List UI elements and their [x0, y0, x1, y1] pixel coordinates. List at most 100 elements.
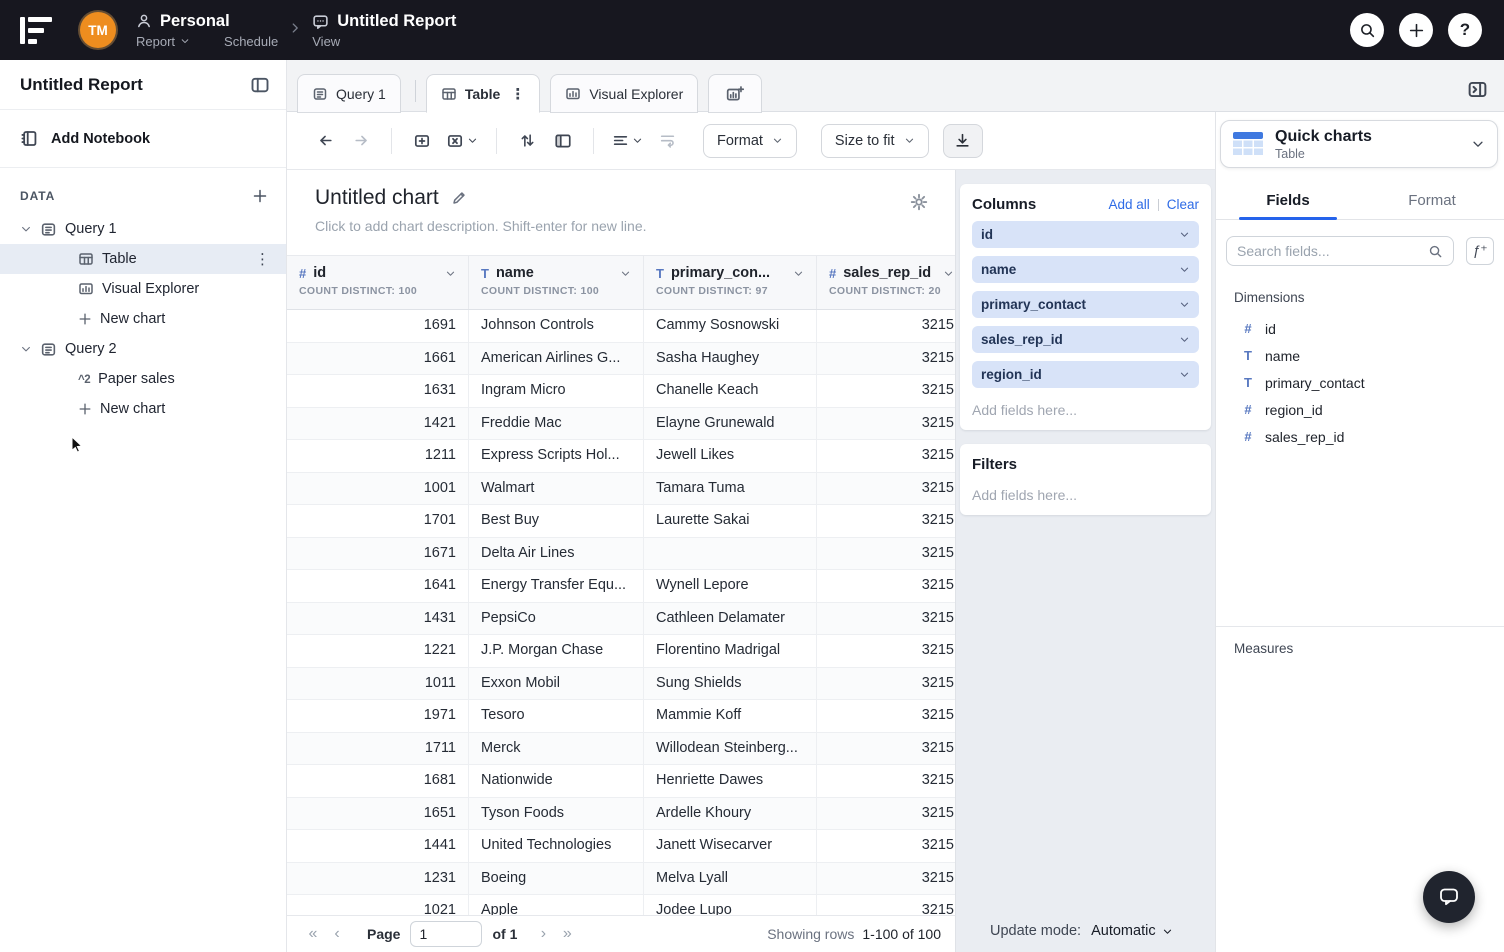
cell-primary-contact[interactable]: Chanelle Keach	[644, 375, 817, 407]
cell-id[interactable]: 1001	[287, 473, 469, 505]
cell-id[interactable]: 1681	[287, 765, 469, 797]
field-item[interactable]: # sales_rep_id	[1216, 423, 1504, 450]
chevron-down-icon[interactable]	[1179, 264, 1190, 275]
tab-visual-explorer[interactable]: Visual Explorer	[550, 74, 698, 113]
tab-query-1[interactable]: Query 1	[297, 74, 401, 113]
cell-primary-contact[interactable]: Ardelle Khoury	[644, 798, 817, 830]
cell-primary-contact[interactable]: Laurette Sakai	[644, 505, 817, 537]
chevron-down-icon[interactable]	[793, 268, 804, 279]
cell-sales-rep-id[interactable]: 3215	[817, 603, 955, 635]
sidebar-item-new-chart-2[interactable]: New chart	[0, 394, 286, 424]
quick-charts-selector[interactable]: Quick charts Table	[1220, 120, 1498, 168]
cell-sales-rep-id[interactable]: 3215	[817, 570, 955, 602]
cell-primary-contact[interactable]: Janett Wisecarver	[644, 830, 817, 862]
format-button[interactable]: Format	[703, 124, 797, 158]
cell-id[interactable]: 1711	[287, 733, 469, 765]
cell-id[interactable]: 1211	[287, 440, 469, 472]
chevron-down-icon[interactable]	[620, 268, 631, 279]
cell-id[interactable]: 1011	[287, 668, 469, 700]
table-row[interactable]: 1231 Boeing Melva Lyall 3215	[287, 863, 955, 896]
cell-id[interactable]: 1221	[287, 635, 469, 667]
cell-name[interactable]: Exxon Mobil	[469, 668, 644, 700]
cell-name[interactable]: United Technologies	[469, 830, 644, 862]
download-button[interactable]	[943, 124, 983, 158]
chevron-down-icon[interactable]	[445, 268, 456, 279]
previous-page-button[interactable]	[325, 921, 349, 947]
cell-sales-rep-id[interactable]: 3215	[817, 375, 955, 407]
chevron-down-icon[interactable]	[1179, 299, 1190, 310]
table-row[interactable]: 1631 Ingram Micro Chanelle Keach 3215	[287, 375, 955, 408]
cell-primary-contact[interactable]: Sung Shields	[644, 668, 817, 700]
add-data-button[interactable]	[252, 188, 268, 204]
cell-name[interactable]: Best Buy	[469, 505, 644, 537]
cell-sales-rep-id[interactable]: 3215	[817, 765, 955, 797]
cell-primary-contact[interactable]: Elayne Grunewald	[644, 408, 817, 440]
size-to-fit-button[interactable]: Size to fit	[821, 124, 929, 158]
cell-name[interactable]: PepsiCo	[469, 603, 644, 635]
cell-primary-contact[interactable]	[644, 538, 817, 570]
table-row[interactable]: 1971 Tesoro Mammie Koff 3215	[287, 700, 955, 733]
cell-name[interactable]: Walmart	[469, 473, 644, 505]
cell-name[interactable]: Merck	[469, 733, 644, 765]
cell-sales-rep-id[interactable]: 3215	[817, 700, 955, 732]
cell-id[interactable]: 1971	[287, 700, 469, 732]
help-button[interactable]: ?	[1448, 13, 1482, 47]
sidebar-item-table[interactable]: Table	[0, 244, 286, 274]
sort-button[interactable]	[509, 123, 545, 159]
cell-id[interactable]: 1651	[287, 798, 469, 830]
cell-id[interactable]: 1691	[287, 310, 469, 342]
sidebar-item-query-2[interactable]: Query 2	[0, 334, 286, 364]
cell-id[interactable]: 1421	[287, 408, 469, 440]
cell-sales-rep-id[interactable]: 3215	[817, 473, 955, 505]
search-fields-input[interactable]	[1237, 243, 1420, 259]
tab-format[interactable]: Format	[1360, 182, 1504, 219]
column-header[interactable]: # id COUNT DISTINCT: 100	[287, 256, 469, 309]
cell-id[interactable]: 1231	[287, 863, 469, 895]
table-row[interactable]: 1221 J.P. Morgan Chase Florentino Madrig…	[287, 635, 955, 668]
view-menu[interactable]: View	[312, 34, 340, 49]
update-mode-select[interactable]: Automatic	[1091, 923, 1172, 939]
cell-name[interactable]: J.P. Morgan Chase	[469, 635, 644, 667]
remove-column-button[interactable]	[440, 123, 484, 159]
new-chart-tab-button[interactable]	[708, 74, 762, 113]
expand-panel-button[interactable]	[1467, 79, 1488, 100]
table-row[interactable]: 1691 Johnson Controls Cammy Sosnowski 32…	[287, 310, 955, 343]
column-pill[interactable]: region_id	[972, 361, 1199, 388]
wrap-text-button[interactable]	[649, 123, 685, 159]
cell-primary-contact[interactable]: Mammie Koff	[644, 700, 817, 732]
table-row[interactable]: 1211 Express Scripts Hol... Jewell Likes…	[287, 440, 955, 473]
edit-title-pencil-icon[interactable]	[451, 190, 467, 206]
cell-sales-rep-id[interactable]: 3215	[817, 343, 955, 375]
column-header[interactable]: T name COUNT DISTINCT: 100	[469, 256, 644, 309]
cell-primary-contact[interactable]: Wynell Lepore	[644, 570, 817, 602]
kebab-icon[interactable]	[510, 85, 525, 103]
field-item[interactable]: # id	[1216, 315, 1504, 342]
table-row[interactable]: 1701 Best Buy Laurette Sakai 3215	[287, 505, 955, 538]
last-page-button[interactable]	[555, 921, 579, 947]
cell-name[interactable]: Freddie Mac	[469, 408, 644, 440]
insert-column-button[interactable]	[404, 123, 440, 159]
app-logo-icon[interactable]	[20, 15, 54, 46]
filters-drop-zone[interactable]: Add fields here...	[972, 487, 1199, 503]
field-item[interactable]: # region_id	[1216, 396, 1504, 423]
sidebar-item-new-chart-1[interactable]: New chart	[0, 304, 286, 334]
chart-description-placeholder[interactable]: Click to add chart description. Shift-en…	[315, 218, 927, 234]
cell-sales-rep-id[interactable]: 3215	[817, 668, 955, 700]
chevron-down-icon[interactable]	[1179, 229, 1190, 240]
add-formula-button[interactable]	[1466, 237, 1494, 265]
report-menu[interactable]: Report	[136, 34, 190, 49]
kebab-icon[interactable]	[255, 250, 270, 268]
column-pill[interactable]: id	[972, 221, 1199, 248]
table-row[interactable]: 1671 Delta Air Lines 3215	[287, 538, 955, 571]
cell-name[interactable]: American Airlines G...	[469, 343, 644, 375]
create-new-button[interactable]	[1399, 13, 1433, 47]
cell-name[interactable]: Tyson Foods	[469, 798, 644, 830]
field-item[interactable]: T primary_contact	[1216, 369, 1504, 396]
cell-name[interactable]: Energy Transfer Equ...	[469, 570, 644, 602]
cell-id[interactable]: 1661	[287, 343, 469, 375]
chevron-down-icon[interactable]	[1179, 334, 1190, 345]
undo-button[interactable]	[307, 123, 343, 159]
chart-settings-button[interactable]	[909, 192, 929, 212]
cell-primary-contact[interactable]: Sasha Haughey	[644, 343, 817, 375]
cell-id[interactable]: 1671	[287, 538, 469, 570]
